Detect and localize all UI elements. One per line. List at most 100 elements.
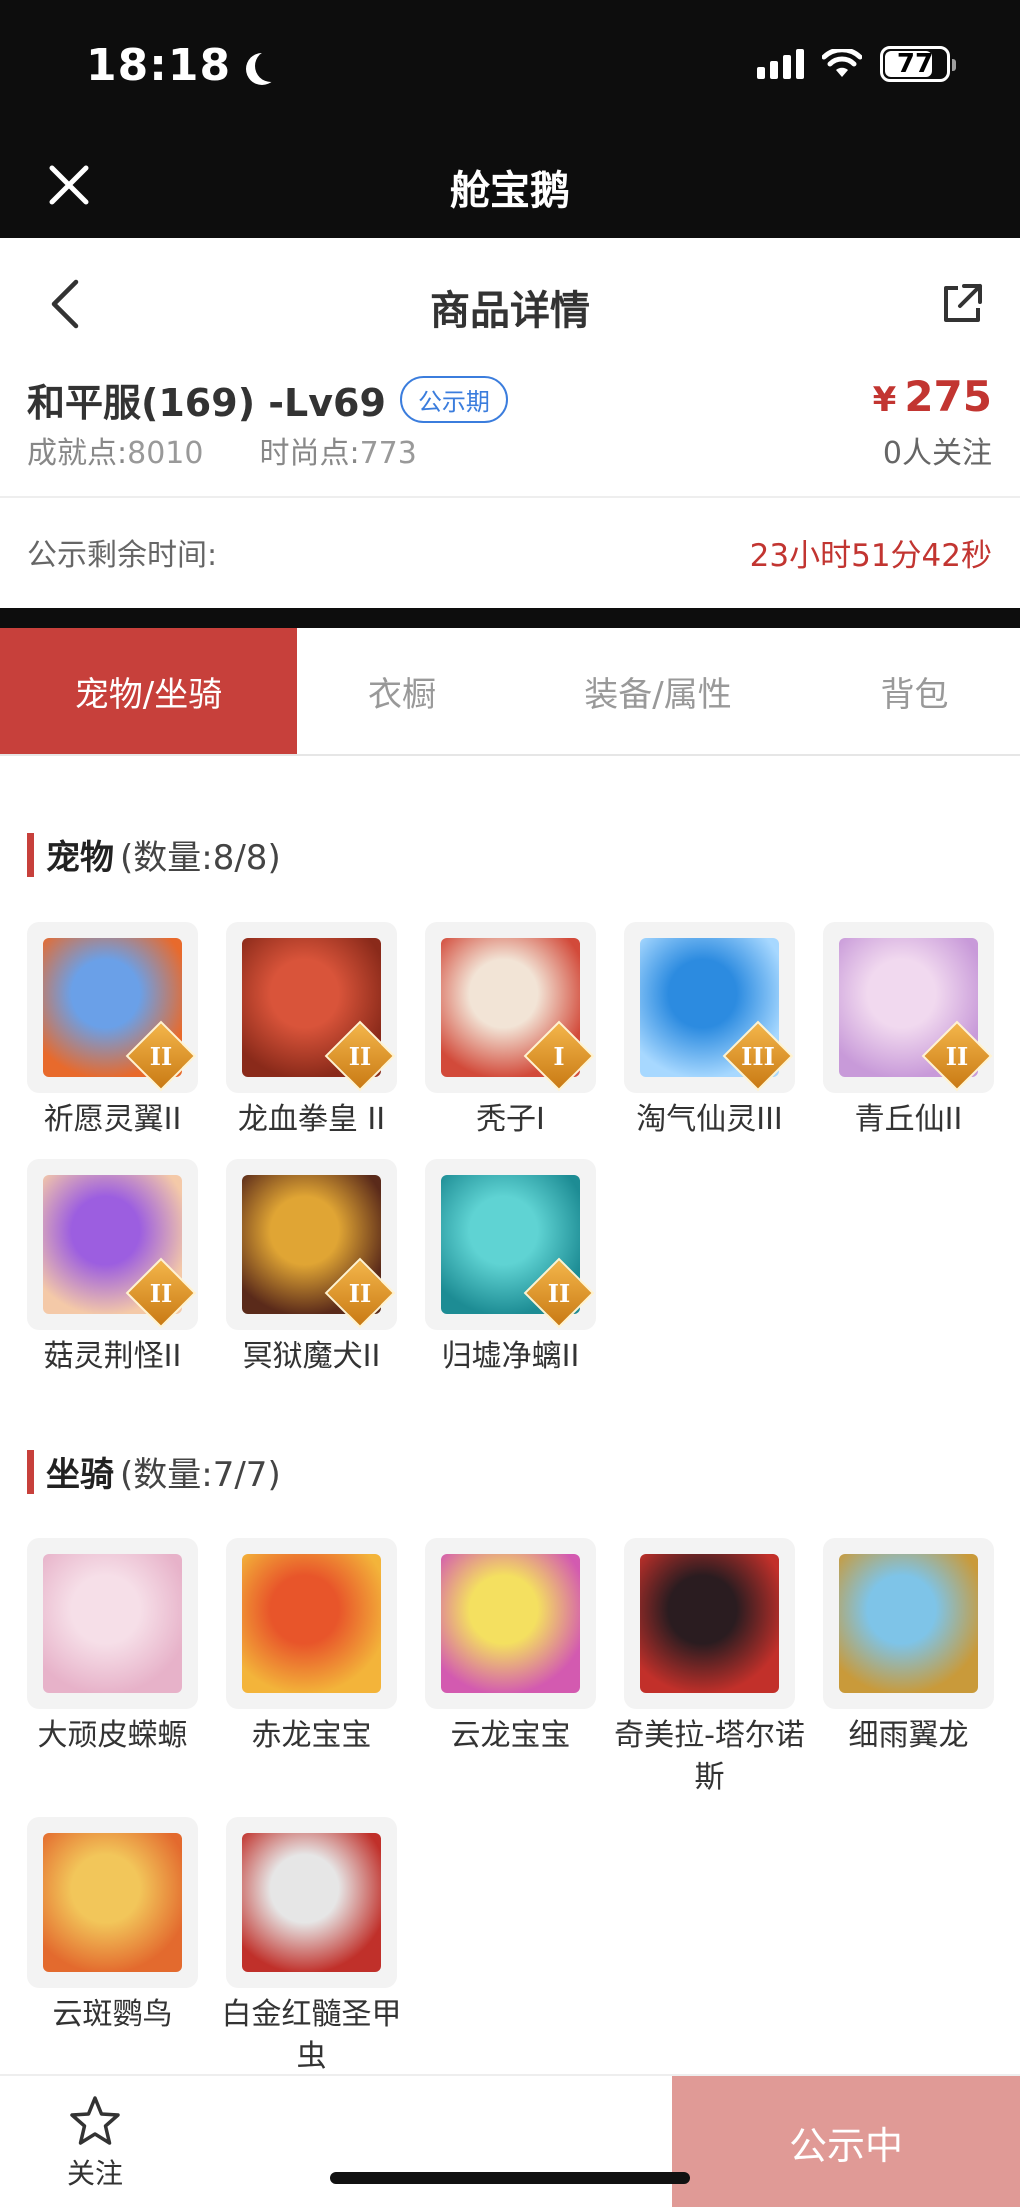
product-info: 和平服(169) -Lv69 公示期 ¥275 成就点:8010 时尚点:773… bbox=[0, 368, 1020, 496]
section-title: 宠物 bbox=[46, 838, 114, 878]
status-badge: 公示期 bbox=[399, 376, 508, 423]
mount-card[interactable]: 奇美拉-塔尔诺斯 bbox=[614, 1538, 805, 1799]
countdown-row: 公示剩余时间: 23小时51分42秒 bbox=[0, 498, 1020, 608]
countdown-value: 23小时51分42秒 bbox=[749, 538, 992, 574]
tab-wardrobe[interactable]: 衣橱 bbox=[297, 628, 507, 754]
pet-card[interactable]: II 祈愿灵翼II bbox=[27, 922, 198, 1141]
mounts-grid: 大顽皮蝾螈 赤龙宝宝 云龙宝宝 奇美拉-塔尔诺斯 细雨翼龙云斑鹦鸟 白金红髓圣甲虫 bbox=[27, 1538, 997, 2096]
thumbnail-frame: II bbox=[27, 922, 198, 1093]
public-status-button[interactable]: 公示中 bbox=[672, 2076, 1020, 2207]
pet-name: 冥狱魔犬II bbox=[242, 1339, 381, 1374]
product-title-row: 和平服(169) -Lv69 公示期 bbox=[27, 372, 508, 427]
mount-name: 云斑鹦鸟 bbox=[52, 1997, 173, 2032]
status-icons: 77 bbox=[757, 46, 956, 82]
thumbnail-frame bbox=[226, 1817, 397, 1988]
product-stats: 成就点:8010 时尚点:773 bbox=[27, 428, 417, 472]
mount-portrait bbox=[43, 1554, 182, 1693]
thumbnail-frame bbox=[624, 1538, 795, 1709]
section-divider bbox=[0, 608, 1020, 628]
pet-card[interactable]: II 龙血拳皇 II bbox=[226, 922, 397, 1141]
home-indicator bbox=[330, 2172, 690, 2184]
thumbnail-frame: II bbox=[226, 922, 397, 1093]
mount-name: 大顽皮蝾螈 bbox=[37, 1718, 188, 1753]
price-value: 275 bbox=[904, 372, 992, 421]
moon-icon bbox=[255, 50, 287, 82]
pet-name: 青丘仙II bbox=[854, 1102, 963, 1137]
mount-portrait bbox=[839, 1554, 978, 1693]
follow-button[interactable]: 关注 bbox=[40, 2094, 150, 2192]
currency-symbol: ¥ bbox=[872, 380, 897, 420]
thumbnail-frame: II bbox=[823, 922, 994, 1093]
thumbnail-frame: I bbox=[425, 922, 596, 1093]
status-bar: 18:18 77 bbox=[0, 0, 1020, 140]
page-title: 商品详情 bbox=[430, 288, 590, 334]
product-title: 和平服(169) -Lv69 bbox=[27, 381, 386, 425]
pet-card[interactable]: II 菇灵荆怪II bbox=[27, 1159, 198, 1378]
achievement-points: 成就点:8010 bbox=[27, 436, 204, 471]
thumbnail-frame: II bbox=[425, 1159, 596, 1330]
mount-card[interactable]: 白金红髓圣甲虫 bbox=[222, 1817, 402, 2078]
mount-portrait bbox=[640, 1554, 779, 1693]
section-accent-bar bbox=[27, 1449, 34, 1494]
thumbnail-frame: II bbox=[27, 1159, 198, 1330]
pet-name: 祈愿灵翼II bbox=[43, 1102, 182, 1137]
webview-title: 舱宝鹅 bbox=[450, 168, 570, 214]
wifi-icon bbox=[822, 49, 862, 77]
fashion-points: 时尚点:773 bbox=[259, 436, 417, 471]
pet-card[interactable]: II 归墟净螭II bbox=[425, 1159, 596, 1378]
mount-name: 赤龙宝宝 bbox=[251, 1718, 372, 1753]
thumbnail-frame bbox=[823, 1538, 994, 1709]
pet-card[interactable]: II 冥狱魔犬II bbox=[226, 1159, 397, 1378]
thumbnail-frame bbox=[226, 1538, 397, 1709]
section-accent-bar bbox=[27, 832, 34, 877]
tab-equipment[interactable]: 装备/属性 bbox=[507, 628, 809, 754]
section-title: 坐骑 bbox=[46, 1455, 114, 1495]
mount-portrait bbox=[242, 1833, 381, 1972]
mount-portrait bbox=[441, 1554, 580, 1693]
tab-pets-mounts[interactable]: 宠物/坐骑 bbox=[0, 628, 297, 754]
mount-card[interactable]: 大顽皮蝾螈 bbox=[27, 1538, 198, 1799]
section-count: (数量:7/7) bbox=[120, 1455, 281, 1495]
pet-name: 龙血拳皇 II bbox=[237, 1102, 386, 1137]
page-navbar: 商品详情 bbox=[0, 238, 1020, 368]
status-time: 18:18 bbox=[86, 40, 277, 91]
follower-count: 0人关注 bbox=[882, 436, 992, 471]
mount-name: 奇美拉-塔尔诺斯 bbox=[614, 1718, 805, 1795]
follow-label: 关注 bbox=[66, 2157, 123, 2190]
pets-section-header: 宠物 (数量:8/8) bbox=[27, 830, 281, 879]
mount-card[interactable]: 赤龙宝宝 bbox=[226, 1538, 397, 1799]
mount-portrait bbox=[43, 1833, 182, 1972]
tab-backpack[interactable]: 背包 bbox=[809, 628, 1020, 754]
mount-name: 云龙宝宝 bbox=[450, 1718, 571, 1753]
thumbnail-frame: III bbox=[624, 922, 795, 1093]
pet-card[interactable]: III 淘气仙灵III bbox=[624, 922, 795, 1141]
pet-card[interactable]: II 青丘仙II bbox=[823, 922, 994, 1141]
pet-name: 秃子I bbox=[476, 1102, 545, 1137]
countdown-label: 公示剩余时间: bbox=[27, 538, 218, 573]
pets-grid: II 祈愿灵翼II II 龙血拳皇 II I 秃子I III 淘气仙灵III II 青丘仙II II… bbox=[27, 922, 997, 1396]
thumbnail-frame: II bbox=[226, 1159, 397, 1330]
pet-name: 菇灵荆怪II bbox=[43, 1339, 182, 1374]
pet-name: 淘气仙灵III bbox=[636, 1102, 783, 1137]
thumbnail-frame bbox=[27, 1538, 198, 1709]
star-icon bbox=[70, 2096, 120, 2145]
clock-text: 18:18 bbox=[86, 40, 232, 91]
webview-header: 舱宝鹅 bbox=[0, 140, 1020, 238]
section-count: (数量:8/8) bbox=[120, 838, 281, 878]
bottom-action-bar: 关注 公示中 bbox=[0, 2074, 1020, 2207]
mount-card[interactable]: 细雨翼龙 bbox=[823, 1538, 994, 1799]
cellular-signal-icon bbox=[757, 49, 804, 79]
mount-card[interactable]: 云斑鹦鸟 bbox=[27, 1817, 198, 2078]
thumbnail-frame bbox=[27, 1817, 198, 1988]
mount-name: 细雨翼龙 bbox=[848, 1718, 969, 1753]
mounts-section-header: 坐骑 (数量:7/7) bbox=[27, 1447, 281, 1496]
battery-level: 77 bbox=[896, 49, 934, 79]
mount-card[interactable]: 云龙宝宝 bbox=[425, 1538, 596, 1799]
mount-portrait bbox=[242, 1554, 381, 1693]
mount-name: 白金红髓圣甲虫 bbox=[221, 1997, 402, 2074]
pet-name: 归墟净螭II bbox=[441, 1339, 580, 1374]
share-icon[interactable] bbox=[940, 282, 984, 326]
tab-bar: 宠物/坐骑 衣橱 装备/属性 背包 bbox=[0, 628, 1020, 756]
thumbnail-frame bbox=[425, 1538, 596, 1709]
pet-card[interactable]: I 秃子I bbox=[425, 922, 596, 1141]
